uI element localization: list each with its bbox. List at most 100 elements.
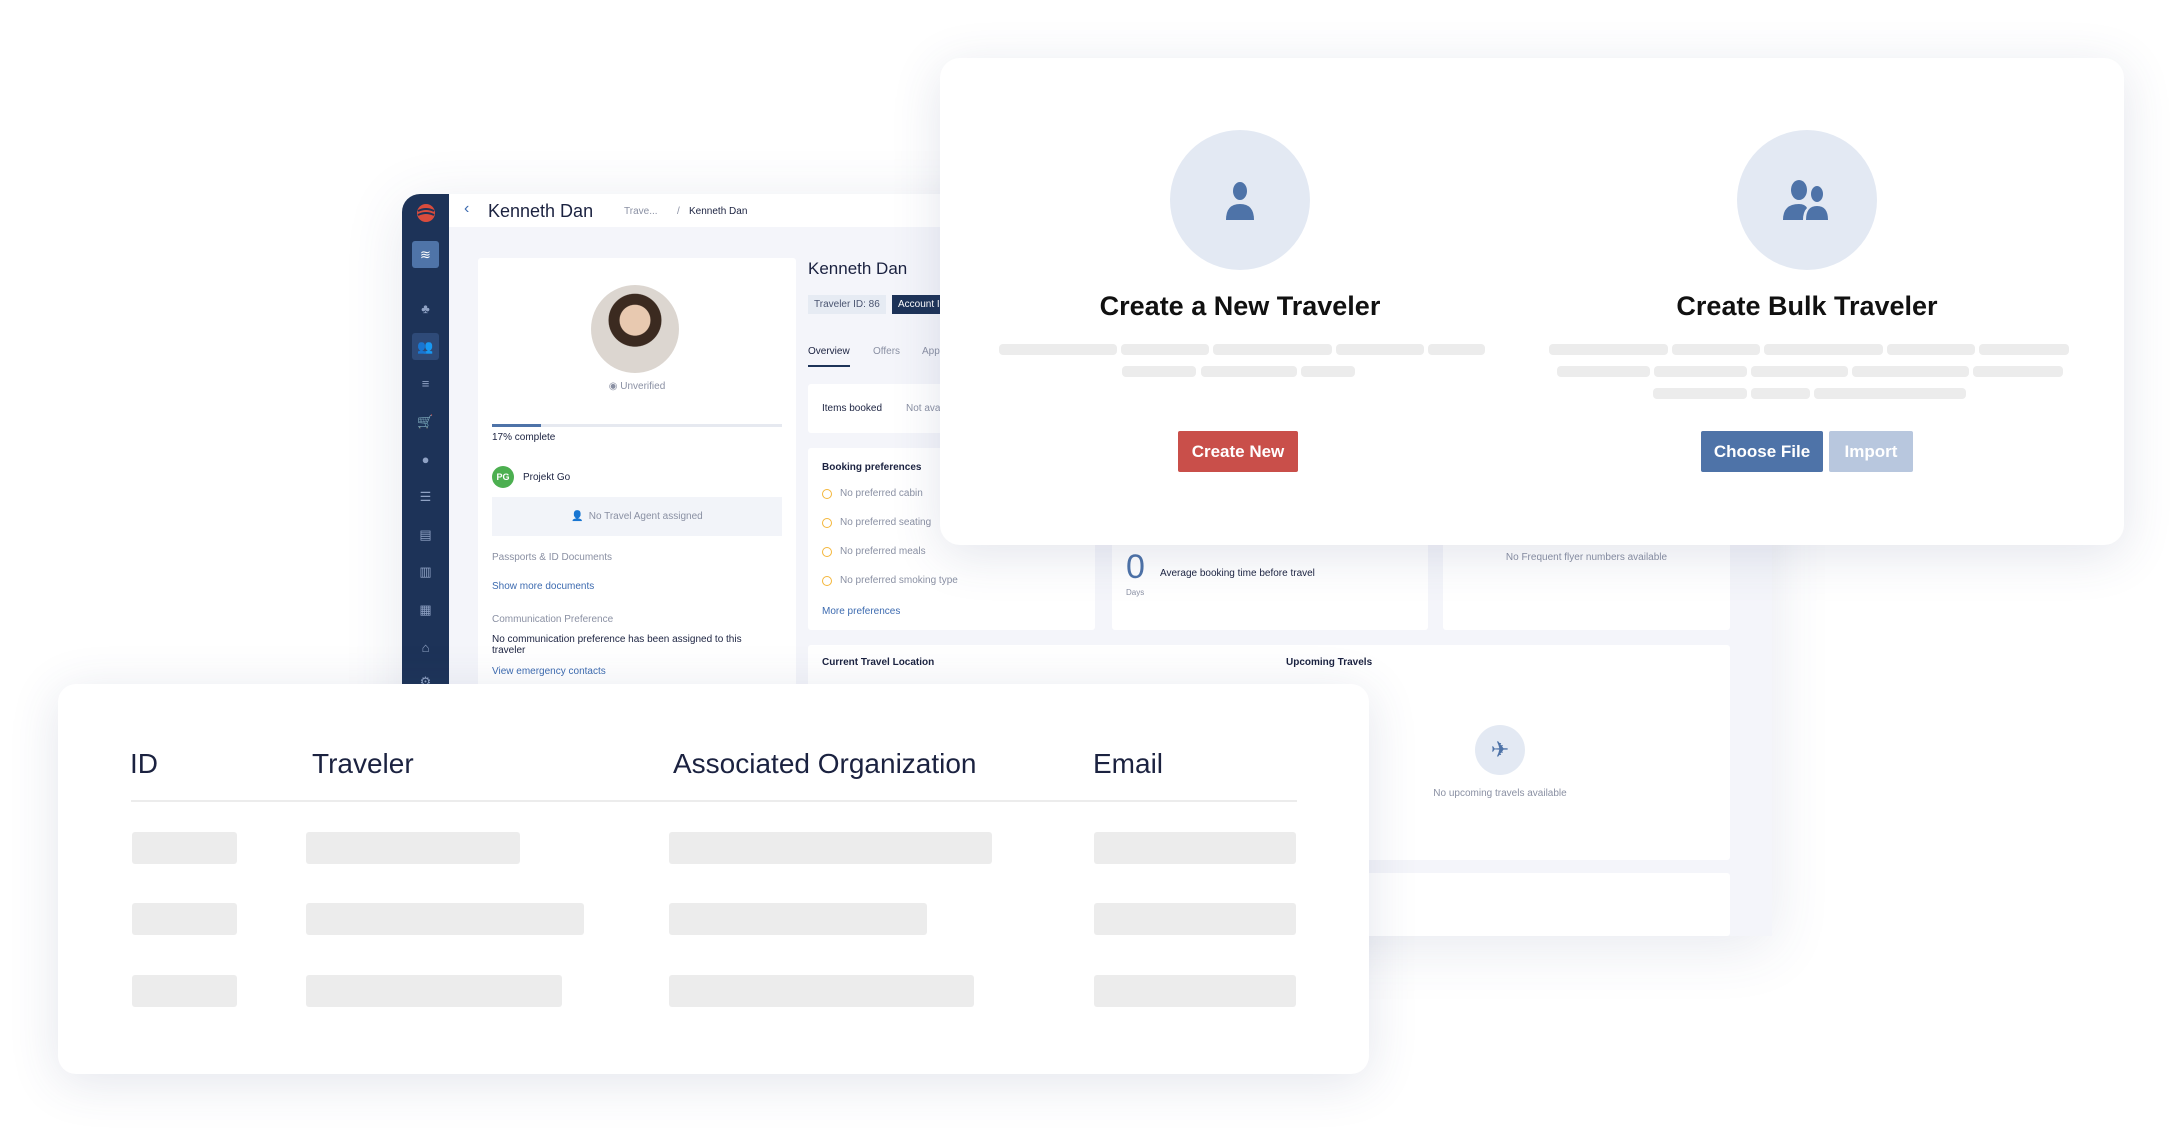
unverified-icon: ◉ — [608, 381, 621, 392]
avg-booking-unit: Days — [1126, 588, 1145, 597]
comm-pref-label: Communication Preference — [492, 614, 614, 625]
breadcrumb-parent[interactable]: Trave... — [624, 206, 658, 217]
text-placeholder — [1213, 344, 1332, 355]
text-placeholder — [1654, 366, 1747, 377]
create-new-button[interactable]: Create New — [1178, 431, 1298, 472]
org-name[interactable]: Projekt Go — [523, 472, 570, 483]
airplane-icon: ✈ — [1475, 725, 1525, 775]
items-booked-label: Items booked — [822, 403, 883, 414]
create-bulk-title: Create Bulk Traveler — [1676, 291, 1938, 321]
text-placeholder — [1887, 344, 1975, 355]
text-placeholder — [1672, 344, 1760, 355]
id-cell-placeholder — [132, 903, 237, 935]
pref-item: No preferred smoking type — [822, 575, 958, 586]
completion-progress-fill — [492, 424, 542, 427]
bank-icon[interactable]: ⌂ — [412, 634, 439, 661]
people-icon — [1737, 130, 1877, 270]
column-header-organization[interactable]: Associated Organization — [673, 748, 977, 780]
documents-icon[interactable]: ▤ — [412, 521, 439, 548]
checklist-icon[interactable]: ☰ — [412, 483, 439, 510]
app-home-icon[interactable]: ≋ — [412, 241, 439, 268]
travelers-table: ID Traveler Associated Organization Emai… — [58, 684, 1369, 1074]
booking-preferences-title: Booking preferences — [822, 462, 922, 473]
travel-agent-text: No Travel Agent assigned — [588, 511, 703, 522]
org-cell-placeholder — [669, 975, 974, 1007]
traveler-cell-placeholder — [306, 975, 562, 1007]
items-booked-value: Not ava — [906, 403, 941, 414]
email-cell-placeholder — [1094, 975, 1296, 1007]
text-placeholder — [1764, 344, 1883, 355]
person-icon: 👤 — [571, 511, 584, 522]
text-placeholder — [1751, 366, 1848, 377]
org-chart-icon[interactable]: ♣ — [412, 295, 439, 322]
upcoming-travels-empty: No upcoming travels available — [1433, 788, 1567, 799]
avg-booking-value: 0 — [1126, 548, 1145, 586]
column-header-id[interactable]: ID — [130, 748, 158, 780]
invoice-icon[interactable]: ▥ — [412, 558, 439, 585]
text-placeholder — [1814, 388, 1966, 399]
choose-file-button[interactable]: Choose File — [1701, 431, 1823, 472]
text-placeholder — [1973, 366, 2063, 377]
tab-overview[interactable]: Overview — [808, 346, 850, 367]
org-cell-placeholder — [669, 832, 992, 864]
check-icon — [822, 517, 832, 528]
verification-status: Unverified — [620, 381, 666, 392]
traveler-cell-placeholder — [306, 903, 584, 935]
menu-icon[interactable]: ≡ — [412, 370, 439, 397]
back-icon[interactable]: ‹ — [464, 200, 469, 218]
tab-offers[interactable]: Offers — [873, 346, 900, 357]
create-new-title: Create a New Traveler — [1099, 291, 1381, 321]
text-placeholder — [1751, 388, 1810, 399]
pref-item: No preferred cabin — [822, 488, 923, 499]
text-placeholder — [1557, 366, 1650, 377]
tab-app[interactable]: App — [922, 346, 940, 357]
check-icon — [822, 575, 832, 586]
traveler-cell-placeholder — [306, 832, 520, 864]
cart-icon[interactable]: 🛒 — [412, 408, 439, 435]
create-traveler-dialog: Create a New Traveler Create Bulk Travel… — [940, 58, 2124, 545]
email-cell-placeholder — [1094, 903, 1296, 935]
pref-item: No preferred meals — [822, 546, 926, 557]
analytics-icon[interactable]: ▦ — [412, 596, 439, 623]
text-placeholder — [999, 344, 1117, 355]
show-more-documents-link[interactable]: Show more documents — [492, 581, 594, 592]
more-preferences-link[interactable]: More preferences — [822, 606, 900, 617]
text-placeholder — [1121, 344, 1209, 355]
avg-booking-label: Average booking time before travel — [1160, 568, 1315, 579]
travelers-icon[interactable]: 👥 — [412, 333, 439, 360]
breadcrumb-current: Kenneth Dan — [689, 206, 748, 217]
header-divider — [131, 800, 1297, 802]
org-cell-placeholder — [669, 903, 927, 935]
text-placeholder — [1301, 366, 1355, 377]
frequent-flyer-empty: No Frequent flyer numbers available — [1505, 552, 1668, 563]
text-placeholder — [1201, 366, 1297, 377]
passports-label: Passports & ID Documents — [492, 552, 613, 563]
traveler-name: Kenneth Dan — [808, 259, 908, 278]
comm-pref-text: No communication preference has been ass… — [492, 634, 742, 656]
person-icon — [1170, 130, 1310, 270]
breadcrumb-separator: / — [677, 206, 680, 217]
completion-progress — [492, 424, 782, 427]
column-header-email[interactable]: Email — [1093, 748, 1163, 780]
policy-icon[interactable]: ● — [412, 446, 439, 473]
text-placeholder — [1852, 366, 1969, 377]
id-cell-placeholder — [132, 975, 237, 1007]
org-avatar: PG — [492, 466, 514, 488]
traveler-id-badge: Traveler ID: 86 — [808, 295, 886, 314]
column-header-traveler[interactable]: Traveler — [312, 748, 414, 780]
logo-icon — [412, 199, 439, 226]
import-button[interactable]: Import — [1829, 431, 1913, 472]
check-icon — [822, 546, 832, 557]
account-badge: Account I — [892, 295, 946, 314]
emergency-contacts-link[interactable]: View emergency contacts — [492, 666, 606, 677]
text-placeholder — [1336, 344, 1424, 355]
upcoming-travels-title: Upcoming Travels — [1286, 657, 1373, 668]
text-placeholder — [1549, 344, 1668, 355]
text-placeholder — [1428, 344, 1485, 355]
check-icon — [822, 488, 832, 499]
text-placeholder — [1979, 344, 2069, 355]
text-placeholder — [1653, 388, 1747, 399]
travel-agent-box: 👤 No Travel Agent assigned — [492, 497, 782, 536]
completion-label: 17% complete — [492, 432, 556, 443]
current-location-title: Current Travel Location — [822, 657, 935, 668]
